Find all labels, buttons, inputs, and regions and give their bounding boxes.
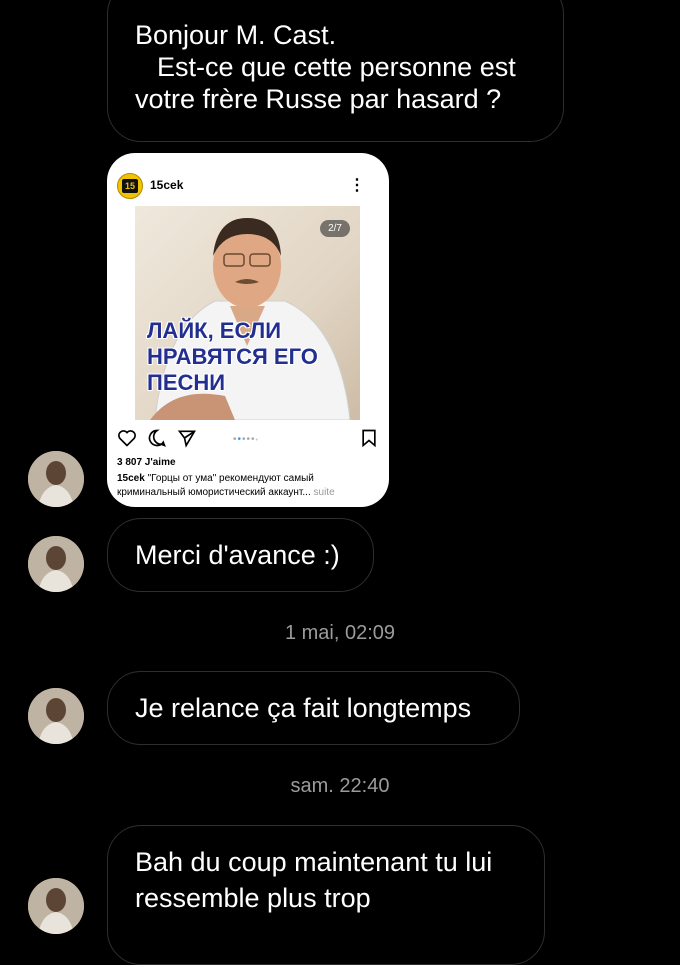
avatar-image [28,536,84,592]
bookmark-icon[interactable] [359,428,379,448]
post-caption: 15cek "Горцы от ума" рекомендуют самый к… [117,472,379,500]
post-header: 15 15cek ⋮ [115,173,381,201]
caption-more-link[interactable]: suite [314,487,335,498]
message-text: Merci d'avance :) [135,540,340,570]
message-bubble-1[interactable]: Bonjour M. Cast. Est-ce que cette person… [107,0,564,142]
more-dots-icon[interactable]: ⋮ [349,175,365,195]
post-actions: •••••• [117,428,379,450]
avatar[interactable] [28,451,84,507]
post-overlay-text: ЛАЙК, ЕСЛИ НРАВЯТСЯ ЕГО ПЕСНИ [147,318,318,395]
message-text-line-2: Est-ce que cette personne est [157,52,516,82]
heart-icon[interactable] [117,428,137,448]
avatar-image [28,878,84,934]
message-text-line-2: ressemble plus trop [135,883,371,913]
account-logo: 15 [117,173,143,199]
message-text-line-3: votre frère Russe par hasard ? [135,84,502,114]
message-text-line-1: Bah du coup maintenant tu lui [135,847,493,877]
timestamp: sam. 22:40 [290,775,390,797]
carousel-dots: •••••• [233,434,259,445]
comment-icon[interactable] [147,428,167,448]
carousel-counter: 2/7 [320,220,350,237]
shared-post-card[interactable]: 15 15cek ⋮ 2/7 ЛАЙК, ЕСЛИ НРАВЯТСЯ ЕГО П… [107,153,389,507]
send-icon[interactable] [177,428,197,448]
avatar-image [28,451,84,507]
caption-text: "Горцы от ума" рекомендуют самый кримина… [117,473,314,498]
avatar[interactable] [28,536,84,592]
message-bubble-3[interactable]: Je relance ça fait longtemps [107,671,520,745]
timestamp: 1 mai, 02:09 [284,622,396,644]
caption-username[interactable]: 15cek [117,473,145,484]
message-bubble-4[interactable]: Bah du coup maintenant tu lui ressemble … [107,825,545,965]
avatar[interactable] [28,878,84,934]
message-text: Je relance ça fait longtemps [135,693,472,723]
avatar[interactable] [28,688,84,744]
post-username[interactable]: 15cek [150,178,183,192]
post-likes: 3 807 J'aime [117,457,176,468]
message-bubble-2[interactable]: Merci d'avance :) [107,518,374,592]
avatar-image [28,688,84,744]
message-text-line-1: Bonjour M. Cast. [135,20,337,50]
post-photo[interactable]: 2/7 ЛАЙК, ЕСЛИ НРАВЯТСЯ ЕГО ПЕСНИ [135,206,360,420]
